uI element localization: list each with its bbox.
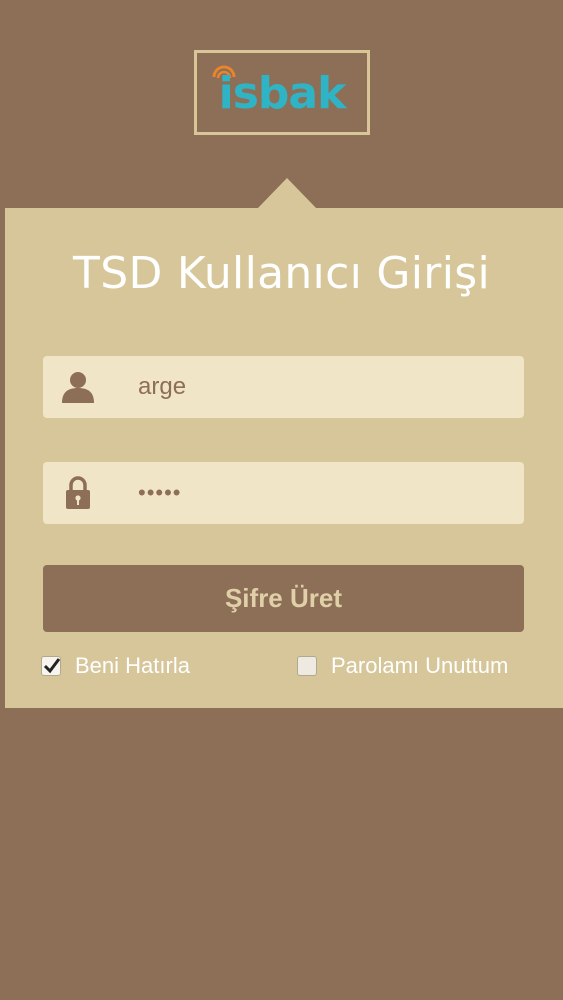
logo-text: isbak (218, 67, 347, 119)
user-icon (61, 371, 95, 408)
checkmark-icon (43, 658, 61, 674)
card-pointer (257, 178, 317, 209)
forgot-password-label: Parolamı Unuttum (331, 653, 509, 678)
username-value: arge (138, 373, 187, 400)
password-field[interactable]: ••••• (43, 462, 524, 524)
logo: isbak (194, 50, 370, 135)
lock-icon (65, 476, 91, 515)
username-field[interactable]: arge (43, 356, 524, 418)
forgot-password-option[interactable]: Parolamı Unuttum (297, 651, 508, 681)
generate-password-button[interactable]: Şifre Üret (43, 565, 524, 632)
remember-me-option[interactable]: Beni Hatırla (41, 651, 190, 681)
remember-me-label: Beni Hatırla (75, 653, 190, 678)
forgot-password-checkbox[interactable] (297, 656, 317, 676)
remember-me-checkbox[interactable] (41, 656, 61, 676)
password-value: ••••• (138, 480, 182, 505)
page-title: TSD Kullanıcı Girişi (73, 248, 490, 299)
